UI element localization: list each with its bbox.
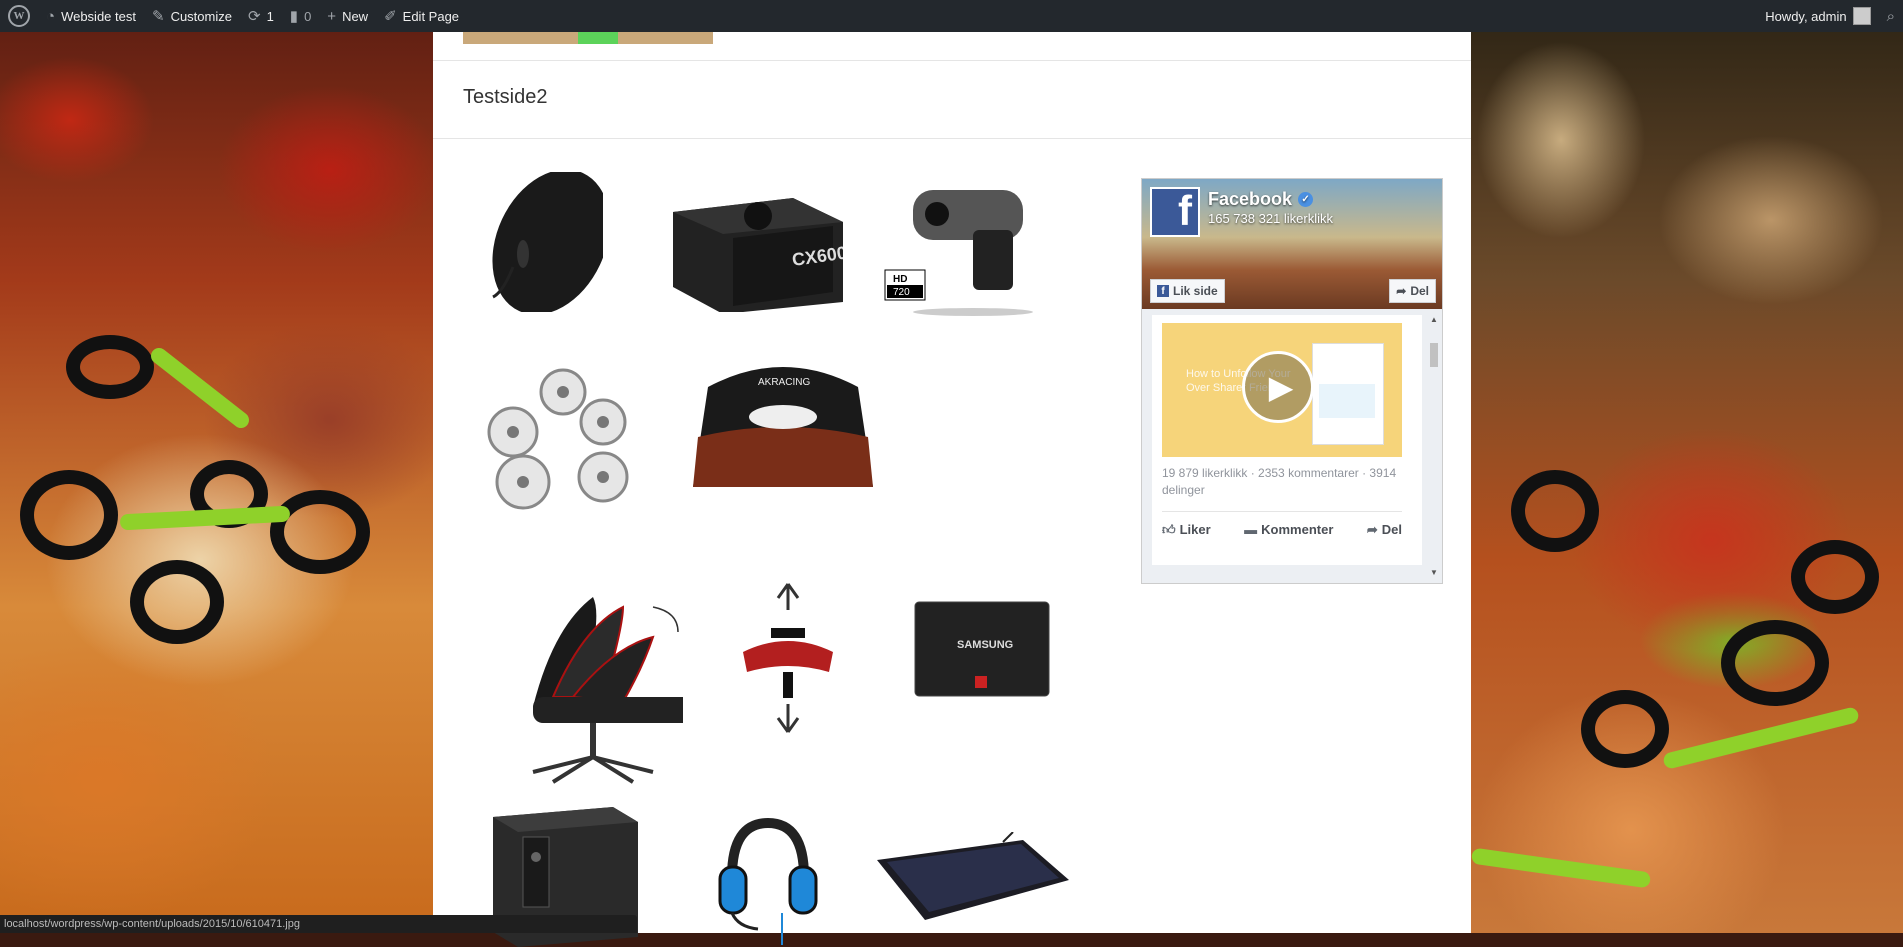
product-image-chair-back[interactable]: AKRACING <box>688 357 878 487</box>
browser-status-url: localhost/wordpress/wp-content/uploads/2… <box>0 915 637 933</box>
ssd-brand-label: SAMSUNG <box>957 639 1013 651</box>
like-post-button[interactable]: 👍︎ Liker <box>1162 522 1211 538</box>
scrollbar-thumb[interactable] <box>1430 343 1438 367</box>
dashboard-icon: ◔ <box>46 7 56 25</box>
post-stats[interactable]: 19 879 likerklikk · 2353 kommentarer · 3… <box>1162 465 1402 499</box>
facebook-post: How to Unfollow Your Over Sharer Friend … <box>1152 315 1422 565</box>
facebook-page-widget: f Facebook ✓ 165 738 321 likerklikk f Li… <box>1141 178 1443 584</box>
page-title: Testside2 <box>463 86 548 108</box>
product-image-keyboard[interactable] <box>873 832 1073 927</box>
edit-page-link[interactable]: ✐ Edit Page <box>376 0 467 32</box>
scroll-up-arrow-icon[interactable]: ▲ <box>1428 315 1440 324</box>
divider <box>433 60 1471 61</box>
my-account-link[interactable]: Howdy, admin <box>1757 0 1878 32</box>
product-image-chair-wheels[interactable] <box>483 362 643 522</box>
video-phone-graphic <box>1312 343 1384 445</box>
scroll-down-arrow-icon[interactable]: ▼ <box>1428 568 1440 577</box>
pencil-icon: ✐ <box>384 8 397 25</box>
background-image-left <box>0 0 433 933</box>
divider <box>433 138 1471 139</box>
edit-page-label: Edit Page <box>402 8 460 24</box>
content-area: Testside2 CX600 HD 720 AKRACING SAMSUNG … <box>433 32 1471 947</box>
updates-icon: ⟳ <box>247 8 261 25</box>
facebook-logo-icon[interactable]: f <box>1150 187 1200 237</box>
updates-link[interactable]: ⟳ 1 <box>240 0 282 32</box>
share-post-button[interactable]: ➦ Del <box>1367 522 1402 538</box>
new-label: New <box>342 8 369 24</box>
chair-brand-label: AKRACING <box>758 377 810 388</box>
thumbs-up-icon: 👍︎ <box>1162 522 1176 537</box>
facebook-page-name[interactable]: Facebook ✓ <box>1208 189 1314 210</box>
site-name: Webside test <box>61 8 136 24</box>
new-content-link[interactable]: + New <box>319 0 376 32</box>
facebook-like-count: 165 738 321 likerklikk <box>1208 211 1334 226</box>
plus-icon: + <box>327 7 337 25</box>
avatar <box>1852 7 1871 25</box>
customize-link[interactable]: ✎ Customize <box>144 0 240 32</box>
product-image-chair-height[interactable] <box>733 582 843 737</box>
comment-icon: ▬ <box>1244 522 1258 537</box>
product-image-power-supply[interactable]: CX600 <box>673 182 843 312</box>
customize-label: Customize <box>170 8 232 24</box>
search-button[interactable]: ⌕ <box>1879 0 1903 32</box>
product-image-reclining-chair[interactable] <box>513 587 683 787</box>
webcam-badge-bottom: 720 <box>893 287 910 298</box>
webcam-badge-top: HD <box>893 274 907 285</box>
verified-badge-icon: ✓ <box>1298 192 1314 207</box>
comments-link[interactable]: ▮ 0 <box>282 0 320 32</box>
share-page-button[interactable]: ➦ Del <box>1389 279 1436 303</box>
post-actions: 👍︎ Liker ▬ Kommenter ➦ Del <box>1162 511 1402 538</box>
widget-scrollbar[interactable]: ▲ ▼ <box>1428 313 1440 579</box>
comment-post-button[interactable]: ▬ Kommenter <box>1244 522 1333 538</box>
play-icon[interactable]: ▶ <box>1242 351 1314 423</box>
like-page-button[interactable]: f Lik side <box>1150 279 1225 303</box>
wp-logo-menu[interactable]: W <box>0 0 38 32</box>
comment-icon: ▮ <box>289 8 299 25</box>
search-icon: ⌕ <box>1886 7 1895 25</box>
facebook-f-icon: f <box>1157 285 1169 297</box>
video-thumbnail[interactable]: How to Unfollow Your Over Sharer Friend … <box>1162 323 1402 457</box>
admin-bar: W ◔ Webside test ✎ Customize ⟳ 1 ▮ 0 + N… <box>0 0 1903 32</box>
product-image-webcam[interactable]: HD 720 <box>883 182 1033 332</box>
share-arrow-icon: ➦ <box>1396 284 1407 298</box>
facebook-cover-photo[interactable]: f Facebook ✓ 165 738 321 likerklikk f Li… <box>1142 179 1442 309</box>
wordpress-icon: W <box>8 5 30 27</box>
brush-icon: ✎ <box>151 8 165 25</box>
previous-image-fragment <box>463 32 713 44</box>
product-image-ssd[interactable]: SAMSUNG <box>913 600 1053 700</box>
updates-count: 1 <box>266 8 274 24</box>
background-image-right <box>1470 0 1903 933</box>
product-image-headset[interactable] <box>718 817 818 947</box>
site-name-link[interactable]: ◔ Webside test <box>38 0 144 32</box>
product-image-mouse[interactable] <box>483 172 603 312</box>
howdy-text: Howdy, admin <box>1765 8 1847 24</box>
comments-count: 0 <box>304 8 312 24</box>
share-arrow-icon: ➦ <box>1366 522 1378 537</box>
